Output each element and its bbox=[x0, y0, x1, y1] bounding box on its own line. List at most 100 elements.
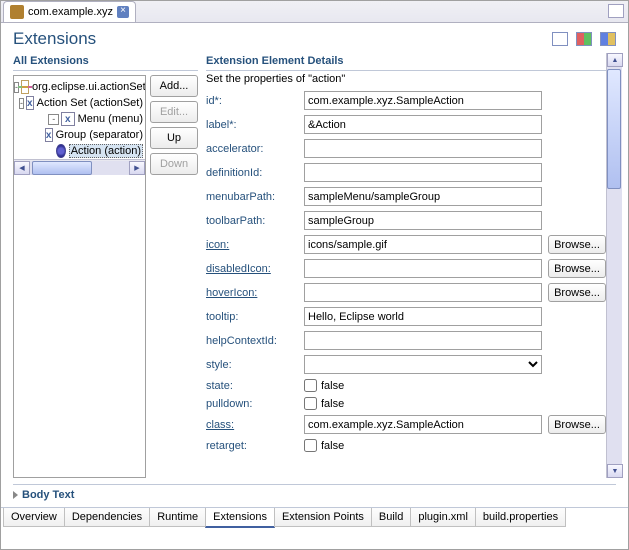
scroll-thumb[interactable] bbox=[607, 69, 621, 189]
title-row: Extensions bbox=[1, 23, 628, 53]
details-title: Extension Element Details bbox=[206, 53, 606, 71]
browse-button-class[interactable]: Browse... bbox=[548, 415, 606, 434]
field-input-pulldown[interactable]: false bbox=[304, 397, 542, 410]
editor-tabbar: com.example.xyz × bbox=[1, 1, 628, 23]
field-input-definitionId[interactable] bbox=[304, 163, 542, 182]
plugin-icon bbox=[10, 5, 24, 19]
element-icon: x bbox=[61, 112, 74, 126]
view-icon-a[interactable] bbox=[576, 32, 592, 46]
tree-row[interactable]: -x Menu (menu) bbox=[14, 111, 145, 127]
field-input-retarget[interactable]: false bbox=[304, 439, 542, 452]
checkbox-retarget[interactable] bbox=[304, 439, 317, 452]
tree-label: org.eclipse.ui.actionSets bbox=[32, 81, 146, 93]
tree-label: Menu (menu) bbox=[78, 113, 143, 125]
property-form: id*: label*: accelerator: definitionId: menu… bbox=[206, 91, 606, 452]
tree-row[interactable]: Action (action) bbox=[14, 143, 145, 159]
field-label-icon[interactable]: icon: bbox=[206, 239, 298, 251]
field-label-tooltip: tooltip: bbox=[206, 311, 298, 323]
scroll-track[interactable] bbox=[607, 67, 622, 464]
view-icon-b[interactable] bbox=[600, 32, 616, 46]
field-label-label: label*: bbox=[206, 119, 298, 131]
field-label-id: id*: bbox=[206, 95, 298, 107]
tree-wrap: -org.eclipse.ui.actionSets-xAction Set (… bbox=[13, 75, 198, 478]
down-button: Down bbox=[150, 153, 198, 175]
tree-buttons: Add... Edit... Up Down bbox=[150, 75, 198, 478]
field-label-definitionId: definitionId: bbox=[206, 167, 298, 179]
editor-tab[interactable]: com.example.xyz × bbox=[3, 1, 136, 22]
field-input-icon[interactable] bbox=[304, 235, 542, 254]
element-icon: x bbox=[45, 128, 53, 142]
field-input-state[interactable]: false bbox=[304, 379, 542, 392]
all-extensions-title: All Extensions bbox=[13, 53, 198, 71]
vertical-scrollbar[interactable]: ▲ ▼ bbox=[606, 53, 622, 478]
editor-tab-label: com.example.xyz bbox=[28, 6, 113, 18]
scroll-up-icon[interactable]: ▲ bbox=[607, 53, 623, 67]
scroll-right-icon[interactable]: ▶ bbox=[129, 161, 145, 175]
twisty-icon[interactable]: - bbox=[48, 114, 59, 125]
twisty-icon[interactable]: - bbox=[19, 98, 24, 109]
field-label-disabledIcon[interactable]: disabledIcon: bbox=[206, 263, 298, 275]
up-button[interactable]: Up bbox=[150, 127, 198, 149]
body-text-section[interactable]: Body Text bbox=[13, 484, 616, 507]
right-panel: Extension Element Details Set the proper… bbox=[206, 53, 622, 478]
scroll-track[interactable] bbox=[30, 161, 129, 175]
field-label-hoverIcon[interactable]: hoverIcon: bbox=[206, 287, 298, 299]
field-label-helpContextId: helpContextId: bbox=[206, 335, 298, 347]
page-tab-build[interactable]: Build bbox=[371, 508, 411, 527]
expand-icon[interactable] bbox=[13, 491, 18, 499]
details: Extension Element Details Set the proper… bbox=[206, 53, 606, 478]
field-label-toolbarPath: toolbarPath: bbox=[206, 215, 298, 227]
field-label-menubarPath: menubarPath: bbox=[206, 191, 298, 203]
page-tab-build-properties[interactable]: build.properties bbox=[475, 508, 566, 527]
browse-button-hoverIcon[interactable]: Browse... bbox=[548, 283, 606, 302]
extensions-tree[interactable]: -org.eclipse.ui.actionSets-xAction Set (… bbox=[13, 75, 146, 478]
tree-label: Group (separator) bbox=[56, 129, 143, 141]
field-input-tooltip[interactable] bbox=[304, 307, 542, 326]
field-label-accelerator: accelerator: bbox=[206, 143, 298, 155]
toolbar-icons bbox=[552, 32, 616, 46]
details-subtitle: Set the properties of "action" bbox=[206, 73, 606, 85]
field-input-accelerator[interactable] bbox=[304, 139, 542, 158]
close-icon[interactable]: × bbox=[117, 6, 129, 18]
element-icon: x bbox=[26, 96, 34, 110]
add-button[interactable]: Add... bbox=[150, 75, 198, 97]
tree-row[interactable]: - org.eclipse.ui.actionSets bbox=[14, 79, 145, 95]
page-tab-dependencies[interactable]: Dependencies bbox=[64, 508, 150, 527]
scroll-down-icon[interactable]: ▼ bbox=[607, 464, 623, 478]
field-label-state: state: bbox=[206, 380, 298, 392]
page-tab-extensions[interactable]: Extensions bbox=[205, 508, 275, 528]
tree-row[interactable]: -xAction Set (actionSet) bbox=[14, 95, 145, 111]
checkbox-pulldown[interactable] bbox=[304, 397, 317, 410]
main-columns: All Extensions -org.eclipse.ui.actionSet… bbox=[1, 53, 628, 478]
horizontal-scrollbar[interactable]: ◀▶ bbox=[14, 159, 145, 175]
scroll-thumb[interactable] bbox=[32, 161, 92, 175]
field-input-hoverIcon[interactable] bbox=[304, 283, 542, 302]
field-input-menubarPath[interactable] bbox=[304, 187, 542, 206]
checkbox-state[interactable] bbox=[304, 379, 317, 392]
tree-label: Action (action) bbox=[69, 144, 143, 158]
tree-label: Action Set (actionSet) bbox=[37, 97, 143, 109]
field-input-toolbarPath[interactable] bbox=[304, 211, 542, 230]
maximize-icon[interactable] bbox=[608, 4, 624, 18]
checkbox-label: false bbox=[321, 380, 344, 392]
tree-row[interactable]: xGroup (separator) bbox=[14, 127, 145, 143]
scroll-left-icon[interactable]: ◀ bbox=[14, 161, 30, 175]
page-title: Extensions bbox=[13, 29, 96, 49]
field-input-disabledIcon[interactable] bbox=[304, 259, 542, 278]
field-input-label[interactable] bbox=[304, 115, 542, 134]
field-input-style[interactable] bbox=[304, 355, 542, 374]
browse-button-icon[interactable]: Browse... bbox=[548, 235, 606, 254]
page-tab-runtime[interactable]: Runtime bbox=[149, 508, 206, 527]
collapse-all-icon[interactable] bbox=[552, 32, 568, 46]
field-label-class[interactable]: class: bbox=[206, 419, 298, 431]
browse-button-disabledIcon[interactable]: Browse... bbox=[548, 259, 606, 278]
page-tab-overview[interactable]: Overview bbox=[3, 508, 65, 527]
twisty-icon[interactable]: - bbox=[14, 82, 19, 93]
field-input-id[interactable] bbox=[304, 91, 542, 110]
left-panel: All Extensions -org.eclipse.ui.actionSet… bbox=[13, 53, 198, 478]
field-label-style: style: bbox=[206, 359, 298, 371]
page-tab-extension-points[interactable]: Extension Points bbox=[274, 508, 372, 527]
field-input-helpContextId[interactable] bbox=[304, 331, 542, 350]
page-tab-plugin-xml[interactable]: plugin.xml bbox=[410, 508, 476, 527]
field-input-class[interactable] bbox=[304, 415, 542, 434]
